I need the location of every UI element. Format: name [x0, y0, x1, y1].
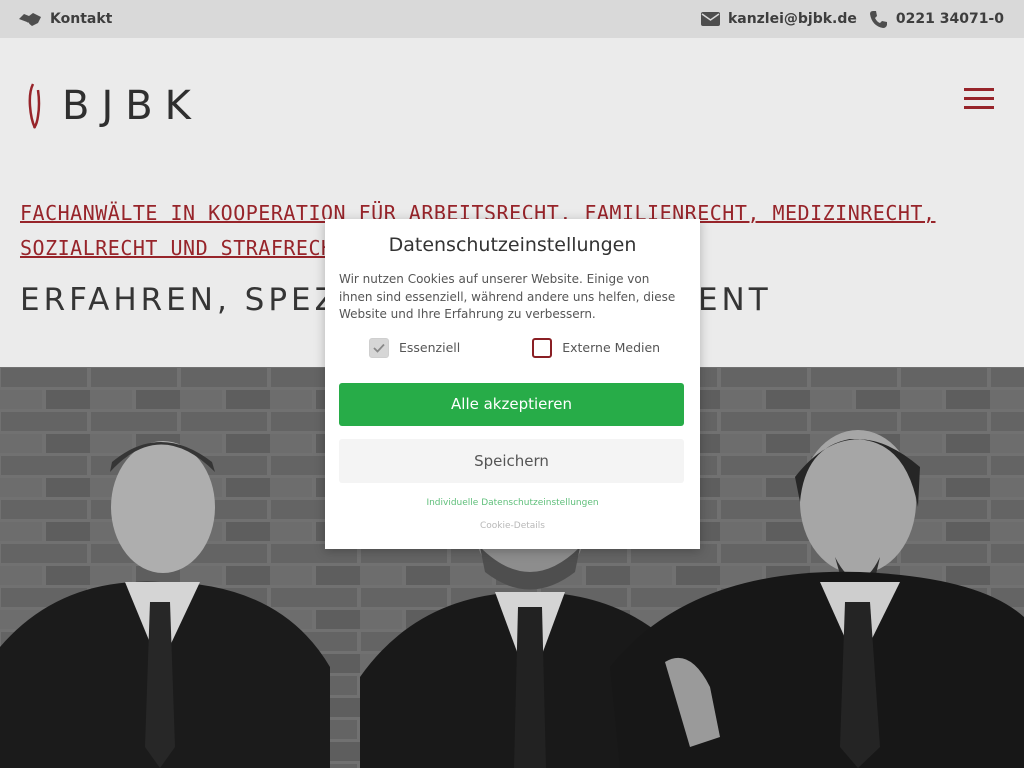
cookie-details-link[interactable]: Cookie-Details	[339, 521, 686, 531]
dialog-title: Datenschutzeinstellungen	[388, 234, 637, 256]
external-media-checkbox[interactable]	[532, 337, 553, 358]
dialog-description: Wir nutzen Cookies auf unserer Website. …	[339, 272, 676, 321]
checkmark-icon	[373, 343, 385, 353]
essential-label: Essenziell	[399, 340, 461, 355]
essential-checkbox	[369, 337, 389, 358]
accept-all-button[interactable]: Alle akzeptieren	[339, 382, 684, 426]
option-external-media[interactable]: Externe Medien	[532, 337, 660, 358]
save-button[interactable]: Speichern	[339, 438, 684, 483]
individual-settings-link[interactable]: Individuelle Datenschutzeinstellungen	[339, 498, 686, 508]
option-essential: Essenziell	[369, 337, 461, 358]
cookie-consent-dialog: Datenschutzeinstellungen Wir nutzen Cook…	[325, 219, 700, 549]
external-media-label[interactable]: Externe Medien	[562, 340, 660, 355]
cookie-options: Essenziell Externe Medien	[339, 337, 686, 358]
